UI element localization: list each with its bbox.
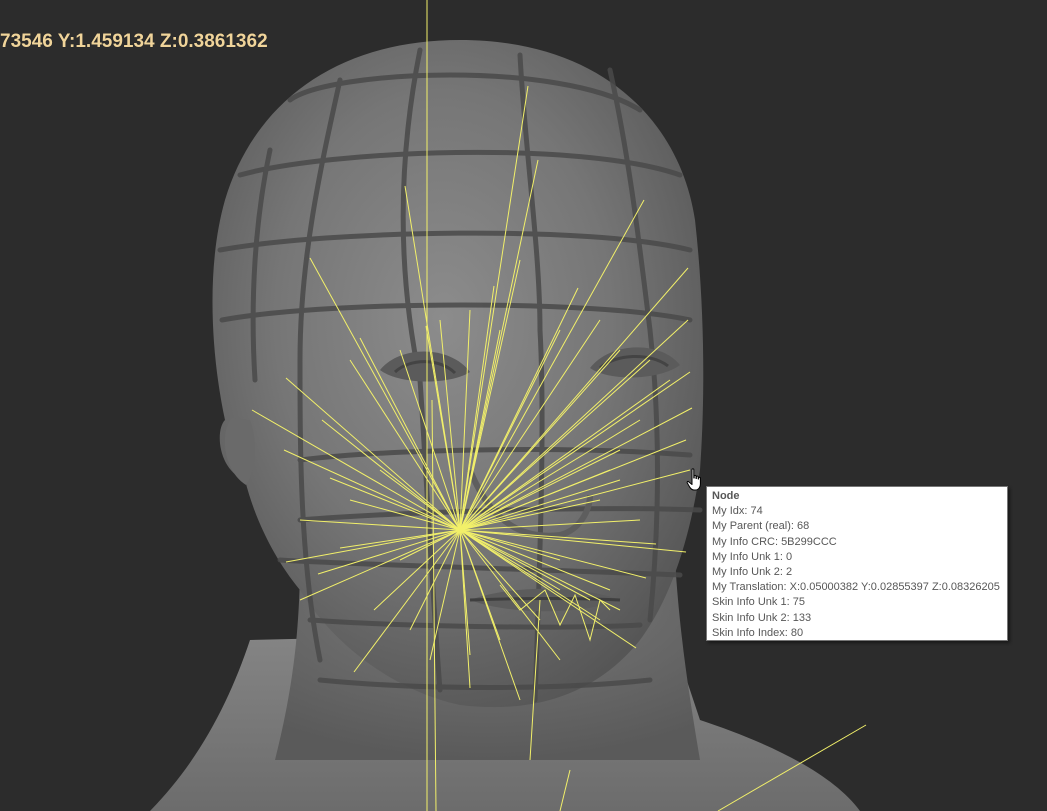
tooltip-line-parent: My Parent (real): 68 (712, 520, 810, 533)
tooltip-line-skin-index: Skin Info Index: 80 (712, 626, 804, 639)
node-tooltip: Node My Idx: 74 My Parent (real): 68 My … (706, 486, 1008, 641)
tooltip-line-translation: My Translation: X:0.05000382 Y:0.0285539… (712, 581, 1000, 594)
tooltip-line-unk1: My Info Unk 1: 0 (712, 550, 793, 563)
tooltip-line-unk2: My Info Unk 2: 2 (712, 566, 793, 579)
tooltip-line-skin-unk1: Skin Info Unk 1: 75 (712, 596, 805, 609)
tooltip-line-crc: My Info CRC: 5B299CCC (712, 535, 837, 548)
scene-canvas[interactable] (0, 0, 1047, 811)
tooltip-line-idx: My Idx: 74 (712, 505, 763, 518)
tooltip-title: Node (712, 490, 740, 502)
ear-mesh (224, 418, 255, 485)
tooltip-line-skin-unk2: Skin Info Unk 2: 133 (712, 611, 812, 624)
hand-pointer-icon (686, 468, 701, 491)
3d-viewport[interactable]: 73546 Y:1.459134 Z:0.3861362 Node My Idx… (0, 0, 1047, 811)
coordinate-readout: 73546 Y:1.459134 Z:0.3861362 (0, 31, 268, 52)
